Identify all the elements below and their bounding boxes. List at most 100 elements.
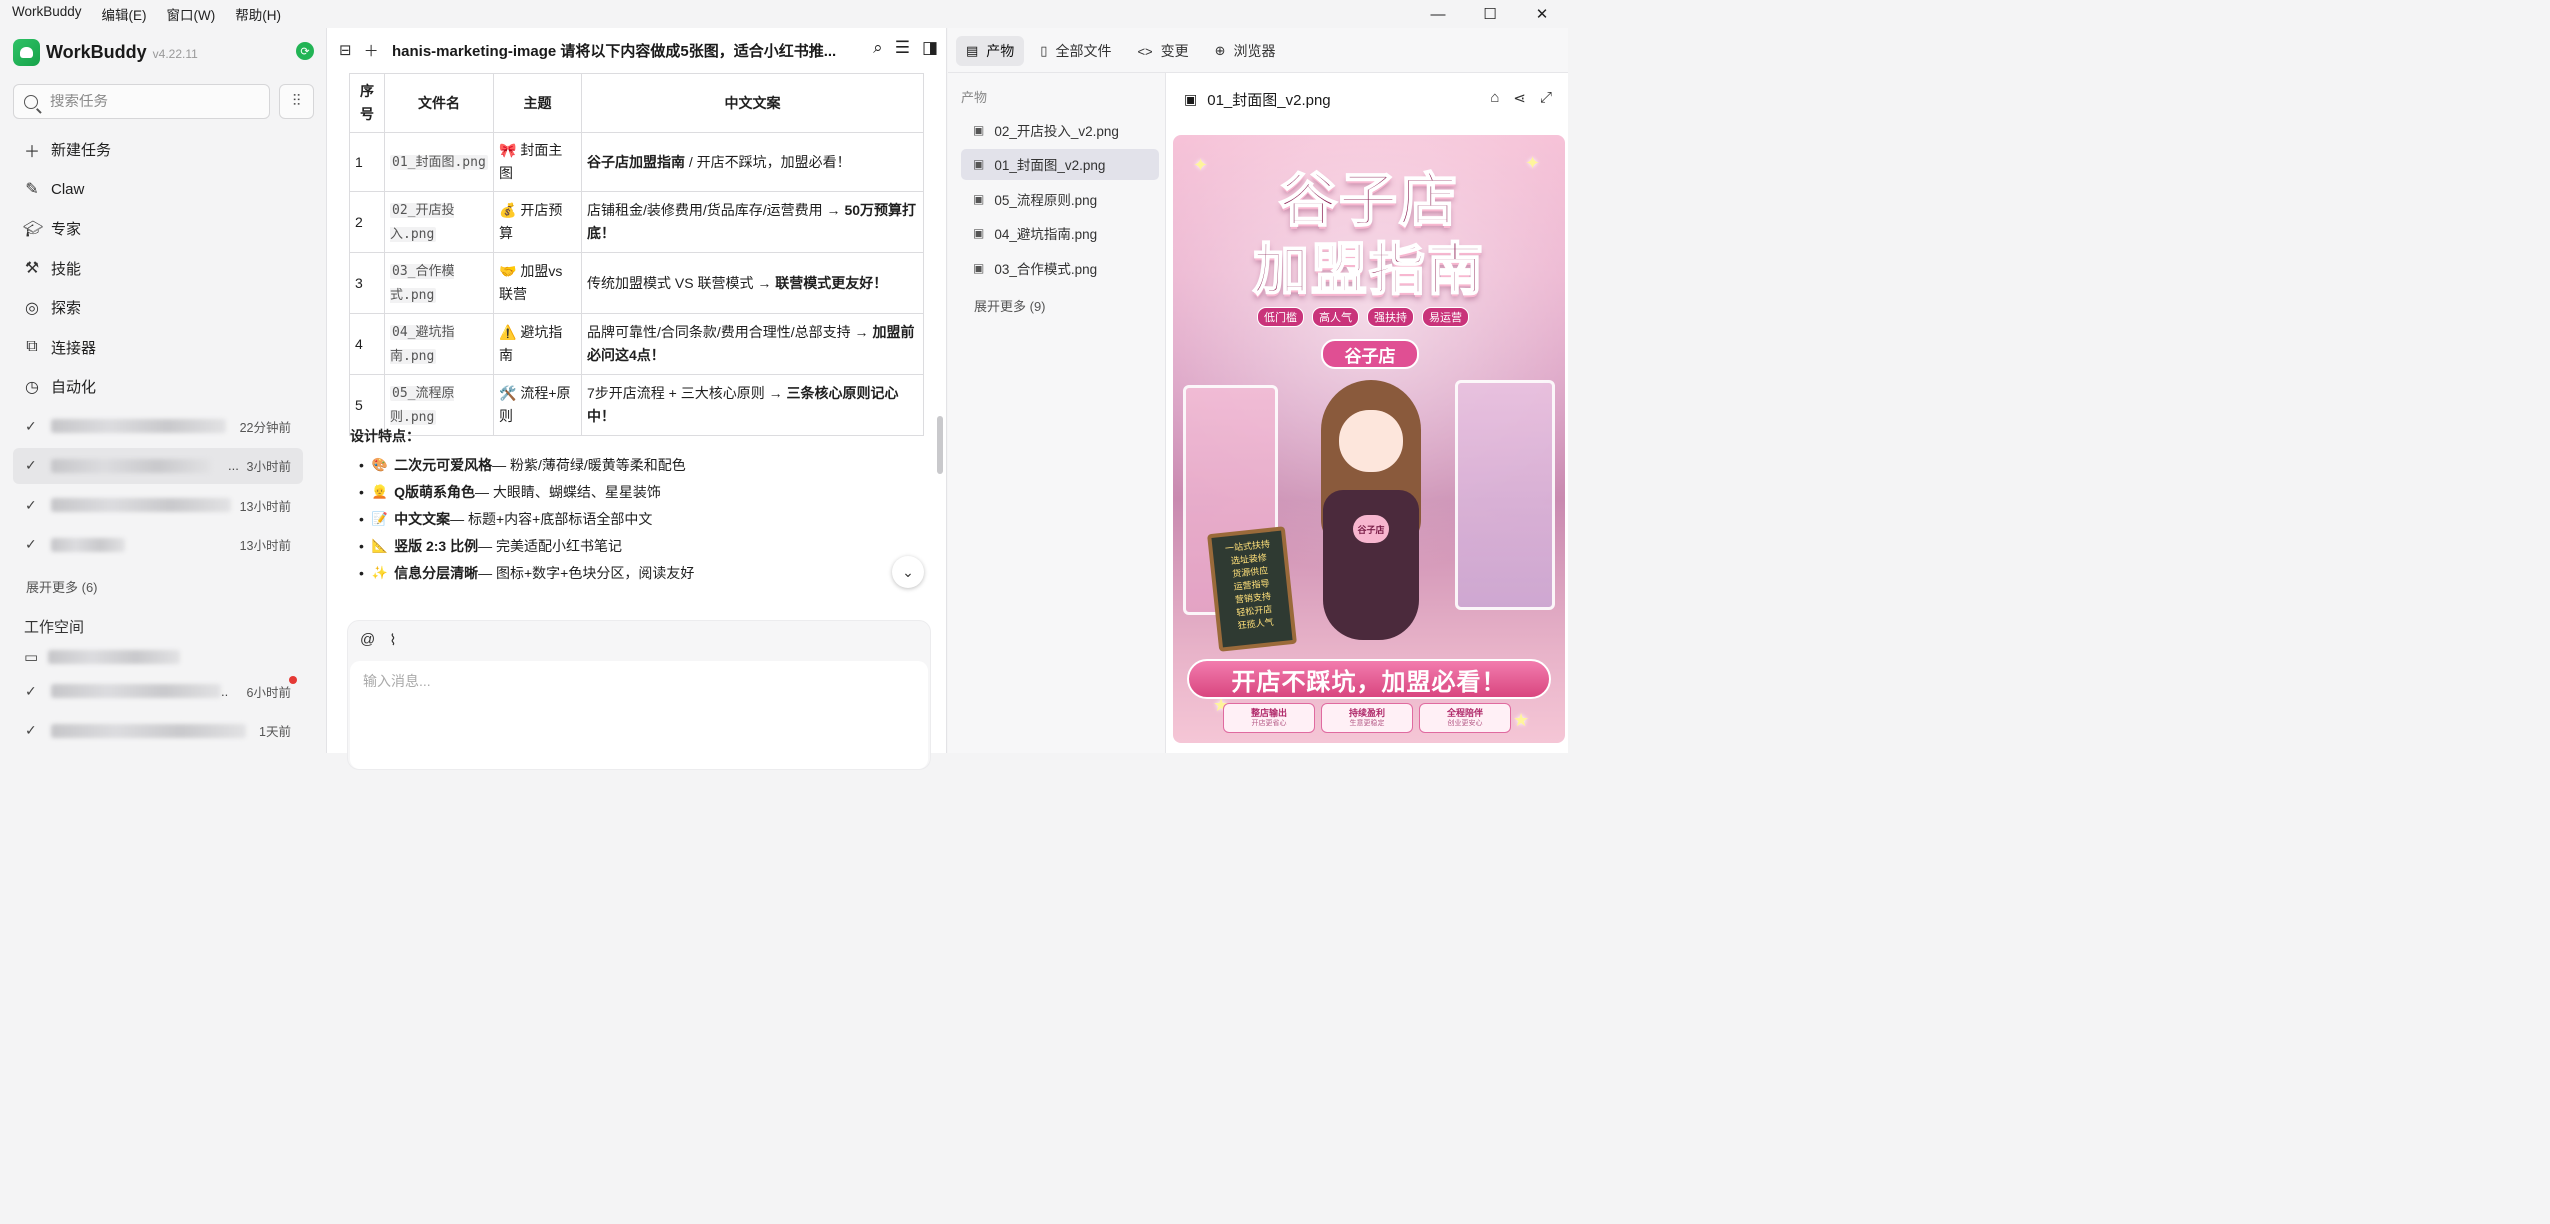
copy-text: / 开店不踩坑，加盟必看！ <box>685 153 851 170</box>
task-item-selected[interactable]: ✓... 3小时前 <box>13 447 303 484</box>
tab-all-files[interactable]: ▯ 全部文件 <box>1030 36 1121 66</box>
search-input[interactable] <box>50 93 250 110</box>
nav-label: 自动化 <box>51 379 97 397</box>
skill-icon: ⚒ <box>24 260 40 278</box>
window-menu[interactable]: 窗口(W) <box>167 4 216 24</box>
workspace-task-list: ✓.. 6小时前 ✓ 1天前 <box>13 673 303 752</box>
tasks-show-more[interactable]: 展开更多 (6) <box>26 577 98 596</box>
sidebar-item-skills[interactable]: ⚒ 技能 <box>13 249 303 289</box>
theme-emoji: 🎀 <box>499 142 517 158</box>
file-item[interactable]: ▣ 03_合作模式.png <box>961 252 1159 283</box>
tab-browser[interactable]: ⊕ 浏览器 <box>1205 36 1286 66</box>
scroll-to-bottom-button[interactable]: ⌄ <box>892 556 924 588</box>
globe-icon: ⊕ <box>1214 43 1226 58</box>
file-item[interactable]: ▣ 04_避坑指南.png <box>961 218 1159 249</box>
panel-toggle-icon[interactable]: ◨ <box>922 38 938 58</box>
attach-icon[interactable]: ⌇ <box>389 631 396 649</box>
plus-icon: ＋ <box>23 143 40 161</box>
chat-panel: ⊟ ＋ hanis-marketing-image 请将以下内容做成5张图，适合… <box>326 28 947 770</box>
file-name: 01_封面图.png <box>390 155 488 170</box>
sidebar-item-automation[interactable]: ◷ 自动化 <box>13 367 303 407</box>
copy-text: 传统加盟模式 VS 联营模式 → <box>587 274 776 291</box>
task-time: 1天前 <box>259 725 291 739</box>
connector-icon: ⧉ <box>26 338 38 356</box>
nav-label: 技能 <box>51 260 82 278</box>
minimize-button[interactable]: — <box>1412 0 1464 28</box>
collapse-sidebar-icon[interactable]: ⊟ <box>339 41 352 59</box>
chat-scrollbar[interactable] <box>934 68 946 598</box>
expand-icon[interactable]: ⤢ <box>1540 89 1552 107</box>
workspace-task-item[interactable]: ✓.. 6小时前 <box>13 673 303 709</box>
file-name: 02_开店投入_v2.png <box>994 123 1119 139</box>
badge-title: 整店输出 <box>1250 708 1287 718</box>
new-chat-icon[interactable]: ＋ <box>364 40 379 61</box>
share-icon[interactable]: ⋖ <box>1513 89 1526 107</box>
table-row: 3 03_合作模式.png 🤝 加盟vs联营 传统加盟模式 VS 联营模式 → … <box>349 252 924 314</box>
poster-tag: 低门槛 <box>1257 307 1304 327</box>
cell-file: 04_避坑指南.png <box>384 313 494 375</box>
tab-changes[interactable]: <> 变更 <box>1127 36 1198 66</box>
task-item[interactable]: ✓ 13小时前 <box>13 487 303 523</box>
workspace-folder[interactable]: ▭ <box>24 648 304 666</box>
poster-banner: 开店不踩坑，加盟必看！ <box>1187 659 1551 699</box>
task-time: 22分钟前 <box>239 420 291 435</box>
file-item[interactable]: ▣ 05_流程原则.png <box>961 183 1159 214</box>
task-item[interactable]: ✓ 22分钟前 <box>13 408 303 444</box>
artifact-tabs: ▤ 产物 ▯ 全部文件 <> 变更 ⊕ 浏览器 <box>956 36 1286 66</box>
list-icon[interactable]: ☰ <box>895 38 910 58</box>
files-show-more[interactable]: 展开更多 (9) <box>974 296 1046 315</box>
star-icon: ★ <box>1513 710 1530 730</box>
workspace-title: 工作空间 <box>24 619 85 636</box>
nav-label: 连接器 <box>51 339 97 357</box>
sidebar-nav: ＋ 新建任务 ✎ Claw 🎓︎ 专家 ⚒ 技能 ◎ 探索 ⧉ 连接器 ◷ 自动化 <box>13 130 303 407</box>
task-item[interactable]: ✓ 13小时前 <box>13 527 303 563</box>
sidebar-item-connectors[interactable]: ⧉ 连接器 <box>13 328 303 368</box>
version-label: v4.22.11 <box>152 47 198 61</box>
task-title-blurred <box>51 419 226 433</box>
badge-title: 持续盈利 <box>1348 708 1385 718</box>
open-folder-icon[interactable]: ⌂ <box>1490 89 1499 107</box>
file-item-selected[interactable]: ▣ 01_封面图_v2.png <box>961 148 1159 180</box>
message-input[interactable] <box>363 673 903 689</box>
theme-emoji: 🤝 <box>499 263 517 279</box>
sync-status-icon[interactable]: ⟳ <box>296 42 314 60</box>
file-name: 04_避坑指南.png <box>390 325 455 364</box>
maximize-button[interactable]: ☐ <box>1464 0 1516 28</box>
mention-icon[interactable]: @ <box>360 631 375 649</box>
point-emoji: 📐 <box>371 537 389 553</box>
poster-tag: 强扶持 <box>1367 307 1414 327</box>
app-menu[interactable]: WorkBuddy <box>12 4 82 24</box>
badge-sub: 生意更稳定 <box>1349 720 1385 727</box>
filter-button[interactable]: ⫶⫶ <box>279 84 314 119</box>
sidebar-item-explore[interactable]: ◎ 探索 <box>13 288 303 328</box>
cell-no: 4 <box>349 313 385 375</box>
cell-no: 3 <box>349 252 385 314</box>
point-bold: 二次元可爱风格 <box>394 456 493 473</box>
tab-label: 浏览器 <box>1233 43 1276 59</box>
badge-title: 全程陪伴 <box>1446 708 1483 718</box>
cell-theme: 🤝 加盟vs联营 <box>493 252 582 314</box>
message-field <box>350 661 928 769</box>
edit-menu[interactable]: 编辑(E) <box>102 4 147 24</box>
point-text: — 大眼睛、蝴蝶结、星星装饰 <box>474 483 661 500</box>
poster-character: 谷子店 <box>1301 380 1441 640</box>
close-button[interactable]: ✕ <box>1516 0 1568 28</box>
search-icon[interactable]: ⌕ <box>873 38 883 58</box>
poster-badge: 整店输出 开店更省心 <box>1223 703 1315 733</box>
workspace-task-item[interactable]: ✓ 1天前 <box>13 713 303 749</box>
tab-artifacts[interactable]: ▤ 产物 <box>956 36 1025 66</box>
sidebar-item-claw[interactable]: ✎ Claw <box>13 170 303 210</box>
sidebar-item-expert[interactable]: 🎓︎ 专家 <box>13 209 303 249</box>
check-icon: ✓ <box>25 417 37 434</box>
help-menu[interactable]: 帮助(H) <box>235 4 281 24</box>
scroll-thumb[interactable] <box>937 416 943 474</box>
cell-theme: 💰 开店预算 <box>493 191 582 253</box>
file-item[interactable]: ▣ 02_开店投入_v2.png <box>961 114 1159 145</box>
character-dress <box>1323 490 1419 640</box>
sidebar-item-new-task[interactable]: ＋ 新建任务 <box>13 130 303 170</box>
cell-no: 1 <box>349 132 385 192</box>
poster-shop-sign: 谷子店 <box>1321 339 1419 369</box>
poster-badges: 整店输出 开店更省心 持续盈利 生意更稳定 全程陪伴 创业更安心 <box>1223 703 1511 733</box>
brand-row: WorkBuddy v4.22.11 <box>13 38 198 66</box>
point-emoji: 👱 <box>371 483 389 499</box>
